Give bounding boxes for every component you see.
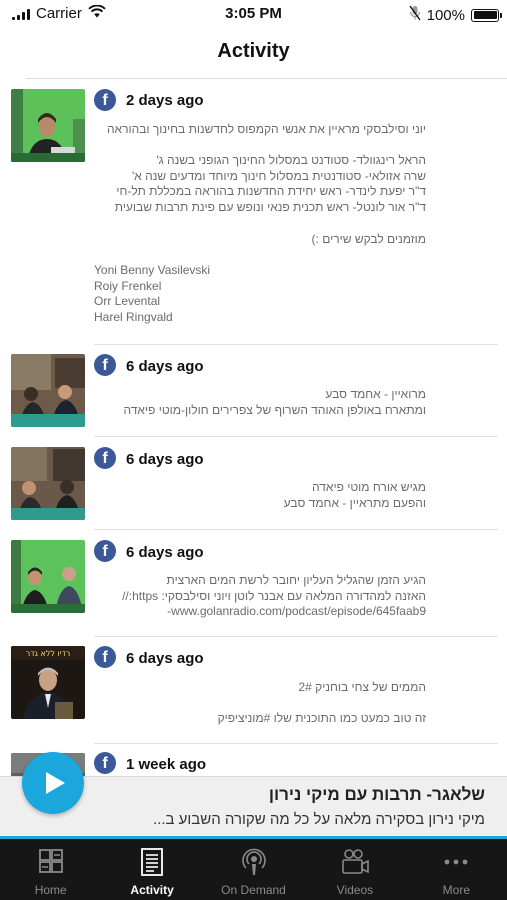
activity-feed[interactable]: f 2 days ago יוני וסילבסקי מראיין את אנש… — [0, 79, 507, 776]
player-subtitle: מיקי נירון בסקירה מלאה על כל מה שקורה הש… — [153, 811, 485, 828]
post-time: 1 week ago — [126, 756, 207, 773]
page-title: Activity — [217, 40, 290, 62]
tab-videos[interactable]: Videos — [304, 839, 405, 900]
post-text: Yoni Benny Vasilevski Roiy Frenkel Orr L… — [94, 263, 211, 324]
post-time: 6 days ago — [126, 544, 204, 561]
post-thumbnail[interactable] — [11, 354, 85, 427]
post-thumbnail[interactable]: רדיו ללא גדר — [11, 646, 85, 719]
play-icon — [46, 772, 65, 794]
post-text: זה טוב כמעט כמו התוכנית שלו #מוניציפיק — [217, 711, 426, 725]
more-dots-icon — [444, 859, 468, 865]
battery-icon — [471, 8, 502, 22]
tab-label: Activity — [130, 883, 174, 897]
post-time: 6 days ago — [126, 451, 204, 468]
mic-muted-icon — [409, 5, 421, 25]
tab-on-demand[interactable]: On Demand — [203, 839, 304, 900]
post-time: 6 days ago — [126, 650, 204, 667]
post-thumbnail[interactable] — [11, 540, 85, 613]
tab-home[interactable]: Home — [0, 839, 101, 900]
post-time: 6 days ago — [126, 358, 204, 375]
activity-document-icon — [141, 848, 164, 876]
post-text: מוזמנים לבקש שירים :) — [311, 232, 426, 246]
tab-activity[interactable]: Activity — [101, 839, 202, 900]
post-text: מגיש אורח מוטי פיאדה והפעם מתראיין - אחמ… — [283, 480, 426, 510]
facebook-icon: f — [94, 89, 116, 111]
tab-label: More — [442, 883, 470, 897]
post-time: 2 days ago — [126, 92, 204, 109]
facebook-icon: f — [94, 752, 116, 774]
post-text: הממים של צחי בוחניק 2# — [298, 680, 426, 694]
tab-label: On Demand — [221, 883, 286, 897]
post-text: יוני וסילבסקי מראיין את אנשי הקמפוס לחדש… — [106, 122, 426, 136]
play-button[interactable] — [22, 752, 84, 814]
post-thumbnail[interactable] — [11, 447, 85, 520]
facebook-icon: f — [94, 646, 116, 668]
post-text: הגיע הזמן שהגליל העליון יחובר לרשת המים … — [122, 573, 426, 619]
on-demand-podcast-icon — [241, 848, 266, 875]
home-grid-icon — [38, 849, 63, 873]
facebook-icon: f — [94, 354, 116, 376]
thumbnail-caption: רדיו ללא גדר — [26, 649, 71, 658]
tab-bar: Home Activity On Demand Videos More — [0, 839, 507, 900]
post-thumbnail[interactable] — [11, 89, 85, 162]
tab-label: Videos — [336, 883, 374, 897]
tab-label: Home — [34, 883, 67, 897]
videos-camera-icon — [342, 849, 369, 874]
facebook-icon: f — [94, 447, 116, 469]
facebook-icon: f — [94, 540, 116, 562]
post-text: הראל רינגוולד- סטודנט במסלול החינוך הגופ… — [114, 153, 426, 214]
battery-label: 100% — [426, 6, 465, 24]
tab-more[interactable]: More — [406, 839, 507, 900]
post-text: מרואיין - אחמד סבע ומתארח באולפן האוהד ה… — [123, 387, 426, 417]
player-title: שלאגר- תרבות עם מיקי נירון — [268, 785, 485, 804]
status-bar: Carrier 3:05 PM 100% — [0, 0, 507, 28]
